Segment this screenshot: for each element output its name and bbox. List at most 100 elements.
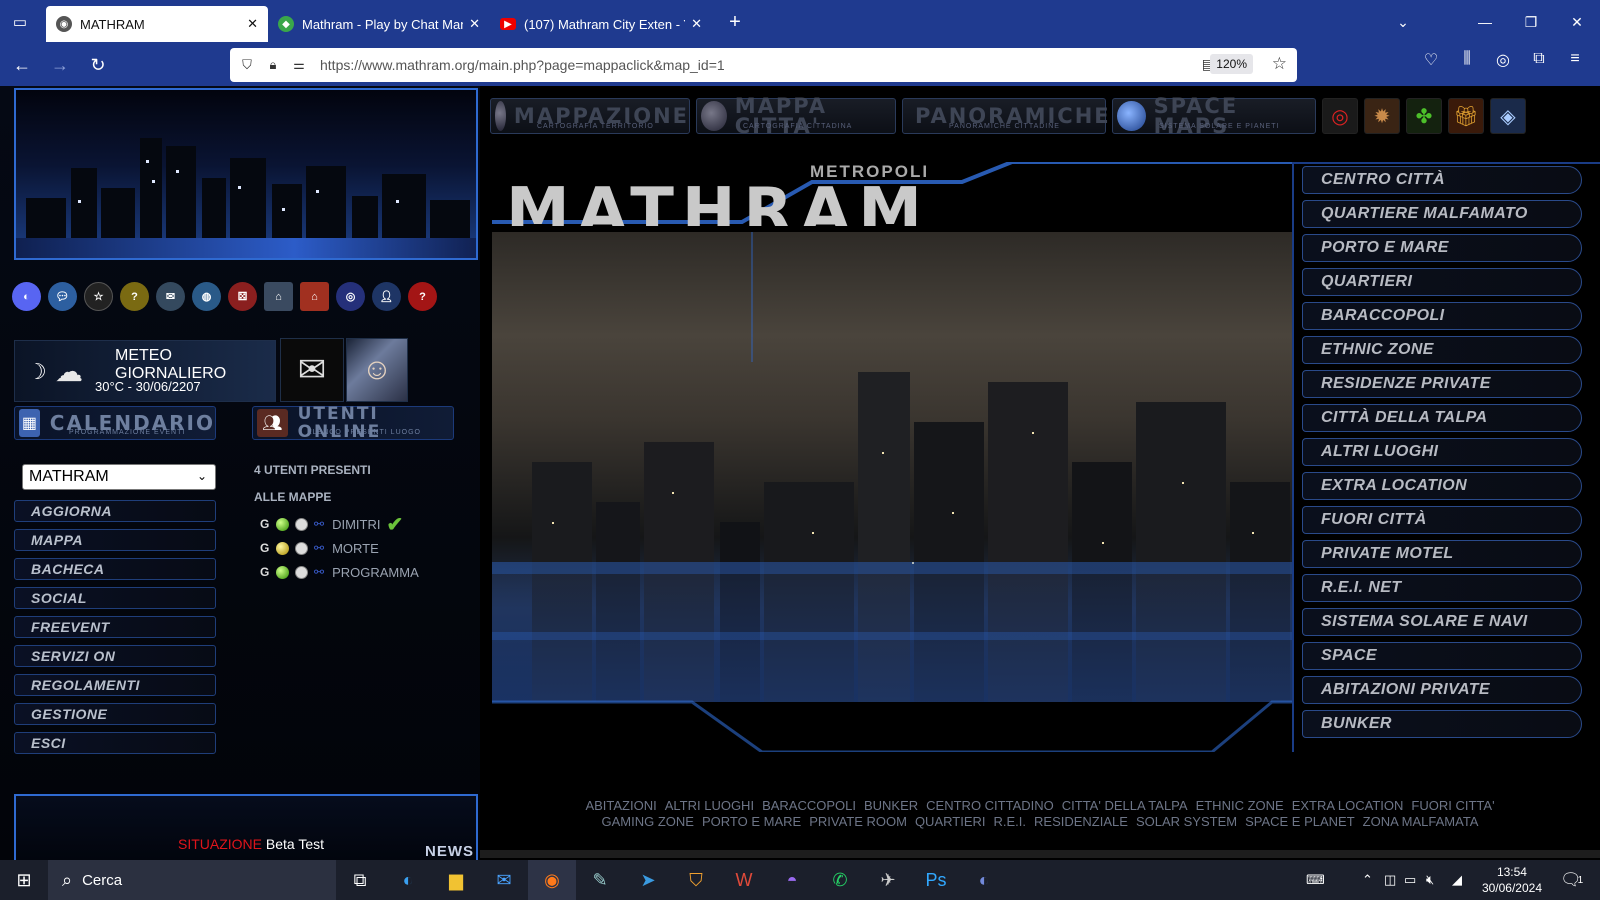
- close-tab-icon[interactable]: ✕: [469, 16, 480, 32]
- zoom-indicator[interactable]: 120%: [1210, 54, 1253, 74]
- clock[interactable]: 13:54 30/06/2024: [1482, 864, 1542, 896]
- location-residenze-private[interactable]: RESIDENZE PRIVATE: [1302, 370, 1582, 398]
- photoshop-icon[interactable]: Ps: [912, 860, 960, 900]
- meet-icon[interactable]: ◫: [1384, 860, 1396, 900]
- location-sistema-solare[interactable]: SISTEMA SOLARE E NAVI: [1302, 608, 1582, 636]
- user-icon[interactable]: 👤︎: [372, 282, 401, 311]
- volume-icon[interactable]: 🔇︎: [1426, 860, 1434, 900]
- location-extra-location[interactable]: EXTRA LOCATION: [1302, 472, 1582, 500]
- footer-link[interactable]: PRIVATE ROOM: [809, 814, 907, 829]
- taskbar-search[interactable]: ⌕ Cerca: [48, 860, 336, 900]
- menu-esci[interactable]: ESCI: [14, 732, 216, 754]
- nav-mappazione[interactable]: MAPPAZIONE CARTOGRAFIA TERRITORIO: [490, 98, 690, 134]
- city-image[interactable]: [492, 232, 1292, 702]
- cube-icon[interactable]: ◈: [1490, 98, 1526, 134]
- question-icon[interactable]: ?: [408, 282, 437, 311]
- restore-button[interactable]: ❐: [1508, 0, 1554, 44]
- close-tab-icon[interactable]: ✕: [247, 16, 258, 32]
- home-icon[interactable]: ⌂: [264, 282, 293, 311]
- nav-space-maps[interactable]: SPACE MAPS SISTEMA SOLARE E PIANETI: [1112, 96, 1316, 137]
- file-explorer-icon[interactable]: ▆: [432, 860, 480, 900]
- tab-mathram[interactable]: ◉ MATHRAM ✕: [46, 6, 268, 42]
- menu-aggiorna[interactable]: AGGIORNA: [14, 500, 216, 522]
- whatsapp-icon[interactable]: ✆: [816, 860, 864, 900]
- mask-icon[interactable]: ◓: [768, 860, 816, 900]
- globe-icon[interactable]: ◍: [192, 282, 221, 311]
- account-icon[interactable]: ◎: [1488, 50, 1518, 70]
- location-rei-net[interactable]: R.E.I. NET: [1302, 574, 1582, 602]
- pocket-icon[interactable]: ♡: [1416, 50, 1446, 70]
- forward-button[interactable]: →: [44, 49, 76, 81]
- wps-icon[interactable]: W: [720, 860, 768, 900]
- chat-off-icon[interactable]: 💬︎: [48, 282, 77, 311]
- online-users-button[interactable]: 👥︎ UTENTI ONLINE ELENCO PRESENTI LUOGO: [252, 405, 454, 441]
- permissions-icon[interactable]: ⚌: [286, 57, 312, 73]
- nav-panoramiche[interactable]: PANORAMICHE PANORAMICHE CITTADINE: [902, 98, 1109, 134]
- user-row[interactable]: G ⚯ PROGRAMMA: [260, 564, 419, 580]
- map-select[interactable]: MATHRAM ⌄: [22, 464, 216, 490]
- horizontal-scrollbar[interactable]: [480, 850, 1600, 858]
- footer-link[interactable]: ALTRI LUOGHI: [665, 798, 754, 813]
- location-quartieri[interactable]: QUARTIERI: [1302, 268, 1582, 296]
- brave-icon[interactable]: ⛉: [672, 860, 720, 900]
- calendar-button[interactable]: ▦ CALENDARIO PROGRAMMAZIONE EVENTI: [14, 406, 216, 440]
- menu-mappa[interactable]: MAPPA: [14, 529, 216, 551]
- telegram-icon[interactable]: ➤: [624, 860, 672, 900]
- close-tab-icon[interactable]: ✕: [691, 16, 702, 32]
- house-icon[interactable]: ⌂: [300, 282, 329, 311]
- tab-youtube[interactable]: ▶ (107) Mathram City Exten - You ✕: [490, 6, 712, 42]
- minimize-button[interactable]: —: [1462, 0, 1508, 44]
- footer-link[interactable]: EXTRA LOCATION: [1292, 798, 1404, 813]
- user-name[interactable]: DIMITRI: [332, 517, 380, 532]
- menu-icon[interactable]: ≡: [1560, 50, 1590, 68]
- location-bunker[interactable]: BUNKER: [1302, 710, 1582, 738]
- mail-icon[interactable]: ✉: [280, 338, 344, 402]
- target-icon[interactable]: ◎: [1322, 98, 1358, 134]
- menu-regolamenti[interactable]: REGOLAMENTI: [14, 674, 216, 696]
- location-citta-della-talpa[interactable]: CITTÀ DELLA TALPA: [1302, 404, 1582, 432]
- network-icon[interactable]: ◢: [1452, 860, 1462, 900]
- keyboard-icon[interactable]: ⌨: [1306, 860, 1325, 900]
- user-row[interactable]: G ⚯ MORTE: [260, 540, 379, 556]
- thunderbird-icon[interactable]: ✉: [480, 860, 528, 900]
- location-centro-citta[interactable]: CENTRO CITTÀ: [1302, 166, 1582, 194]
- tab-list-icon[interactable]: ▭: [0, 0, 40, 44]
- footer-link[interactable]: ZONA MALFAMATA: [1363, 814, 1479, 829]
- location-fuori-citta[interactable]: FUORI CITTÀ: [1302, 506, 1582, 534]
- footer-link[interactable]: PORTO E MARE: [702, 814, 801, 829]
- gift-icon[interactable]: 🎁︎: [1448, 98, 1484, 134]
- footer-link[interactable]: GAMING ZONE: [602, 814, 694, 829]
- menu-bacheca[interactable]: BACHECA: [14, 558, 216, 580]
- footer-link[interactable]: SOLAR SYSTEM: [1136, 814, 1237, 829]
- footer-link[interactable]: RESIDENZIALE: [1034, 814, 1128, 829]
- location-private-motel[interactable]: PRIVATE MOTEL: [1302, 540, 1582, 568]
- location-altri-luoghi[interactable]: ALTRI LUOGHI: [1302, 438, 1582, 466]
- battery-icon[interactable]: ▭: [1404, 860, 1416, 900]
- footer-link[interactable]: ETHNIC ZONE: [1196, 798, 1284, 813]
- reload-button[interactable]: ↻: [82, 49, 114, 81]
- menu-gestione[interactable]: GESTIONE: [14, 703, 216, 725]
- footer-link[interactable]: ABITAZIONI: [585, 798, 656, 813]
- footer-link[interactable]: BARACCOPOLI: [762, 798, 856, 813]
- back-button[interactable]: ←: [6, 49, 38, 81]
- location-abitazioni-private[interactable]: ABITAZIONI PRIVATE: [1302, 676, 1582, 704]
- lock-icon[interactable]: 🔒︎: [260, 57, 286, 73]
- url-text[interactable]: https://www.mathram.org/main.php?page=ma…: [320, 57, 725, 73]
- menu-social[interactable]: SOCIAL: [14, 587, 216, 609]
- menu-freevent[interactable]: FREEVENT: [14, 616, 216, 638]
- task-view-icon[interactable]: ⧉: [336, 860, 384, 900]
- discord-icon[interactable]: ◐: [12, 282, 41, 311]
- user-row[interactable]: G ⚯ DIMITRI ✔: [260, 514, 403, 536]
- extensions-icon[interactable]: ⧉: [1524, 50, 1554, 68]
- menu-servizi-on[interactable]: SERVIZI ON: [14, 645, 216, 667]
- close-window-button[interactable]: ✕: [1554, 0, 1600, 44]
- location-quartiere-malfamato[interactable]: QUARTIERE MALFAMATO: [1302, 200, 1582, 228]
- windows-start-icon[interactable]: ⊞: [0, 860, 48, 900]
- bookmark-star-icon[interactable]: ☆: [1272, 54, 1287, 74]
- avatar[interactable]: ☺: [346, 338, 408, 402]
- location-ethnic-zone[interactable]: ETHNIC ZONE: [1302, 336, 1582, 364]
- footer-link[interactable]: CENTRO CITTADINO: [926, 798, 1054, 813]
- new-tab-button[interactable]: +: [720, 11, 750, 34]
- location-baraccopoli[interactable]: BARACCOPOLI: [1302, 302, 1582, 330]
- location-space[interactable]: SPACE: [1302, 642, 1582, 670]
